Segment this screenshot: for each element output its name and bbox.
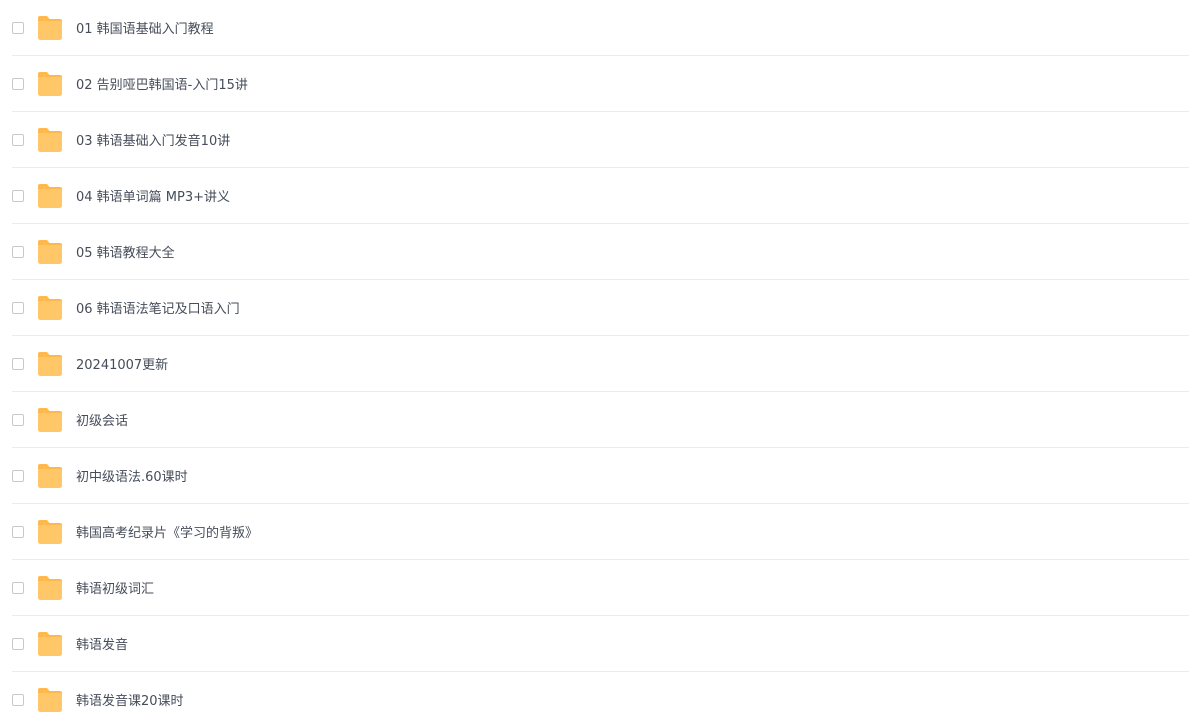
- folder-icon: [38, 463, 62, 488]
- select-checkbox[interactable]: [12, 357, 24, 370]
- select-checkbox[interactable]: [12, 581, 24, 594]
- list-item[interactable]: 05 韩语教程大全: [12, 224, 1189, 280]
- select-checkbox[interactable]: [12, 77, 24, 90]
- list-item[interactable]: 韩语发音: [12, 616, 1189, 672]
- folder-icon: [38, 631, 62, 656]
- folder-name[interactable]: 韩语发音: [76, 634, 128, 653]
- list-item[interactable]: 韩语发音课20课时: [12, 672, 1189, 727]
- select-checkbox[interactable]: [12, 637, 24, 650]
- folder-icon: [38, 239, 62, 264]
- list-item[interactable]: 初级会话: [12, 392, 1189, 448]
- folder-name[interactable]: 韩国高考纪录片《学习的背叛》: [76, 522, 258, 541]
- list-item[interactable]: 初中级语法.60课时: [12, 448, 1189, 504]
- folder-icon: [38, 71, 62, 96]
- folder-name[interactable]: 06 韩语语法笔记及口语入门: [76, 298, 240, 317]
- list-item[interactable]: 03 韩语基础入门发音10讲: [12, 112, 1189, 168]
- select-checkbox[interactable]: [12, 21, 24, 34]
- folder-icon: [38, 407, 62, 432]
- list-item[interactable]: 韩语初级词汇: [12, 560, 1189, 616]
- list-item[interactable]: 02 告别哑巴韩国语-入门15讲: [12, 56, 1189, 112]
- folder-name[interactable]: 初级会话: [76, 410, 128, 429]
- folder-name[interactable]: 韩语发音课20课时: [76, 690, 184, 709]
- folder-name[interactable]: 05 韩语教程大全: [76, 242, 175, 261]
- select-checkbox[interactable]: [12, 693, 24, 706]
- folder-name[interactable]: 韩语初级词汇: [76, 578, 154, 597]
- folder-icon: [38, 687, 62, 712]
- list-item[interactable]: 韩国高考纪录片《学习的背叛》: [12, 504, 1189, 560]
- select-checkbox[interactable]: [12, 133, 24, 146]
- select-checkbox[interactable]: [12, 413, 24, 426]
- select-checkbox[interactable]: [12, 189, 24, 202]
- select-checkbox[interactable]: [12, 245, 24, 258]
- list-item[interactable]: 04 韩语单词篇 MP3+讲义: [12, 168, 1189, 224]
- folder-icon: [38, 519, 62, 544]
- select-checkbox[interactable]: [12, 469, 24, 482]
- folder-icon: [38, 183, 62, 208]
- folder-name[interactable]: 20241007更新: [76, 354, 168, 373]
- folder-icon: [38, 295, 62, 320]
- folder-name[interactable]: 04 韩语单词篇 MP3+讲义: [76, 186, 230, 205]
- file-list: 01 韩国语基础入门教程 02 告别哑巴韩国语-入门15讲 03 韩语基础入门发…: [0, 0, 1189, 727]
- folder-icon: [38, 15, 62, 40]
- list-item[interactable]: 20241007更新: [12, 336, 1189, 392]
- list-item[interactable]: 06 韩语语法笔记及口语入门: [12, 280, 1189, 336]
- select-checkbox[interactable]: [12, 525, 24, 538]
- select-checkbox[interactable]: [12, 301, 24, 314]
- folder-icon: [38, 351, 62, 376]
- folder-name[interactable]: 02 告别哑巴韩国语-入门15讲: [76, 74, 248, 93]
- folder-icon: [38, 575, 62, 600]
- list-item[interactable]: 01 韩国语基础入门教程: [12, 0, 1189, 56]
- folder-name[interactable]: 01 韩国语基础入门教程: [76, 18, 214, 37]
- folder-icon: [38, 127, 62, 152]
- folder-name[interactable]: 03 韩语基础入门发音10讲: [76, 130, 230, 149]
- folder-name[interactable]: 初中级语法.60课时: [76, 466, 188, 485]
